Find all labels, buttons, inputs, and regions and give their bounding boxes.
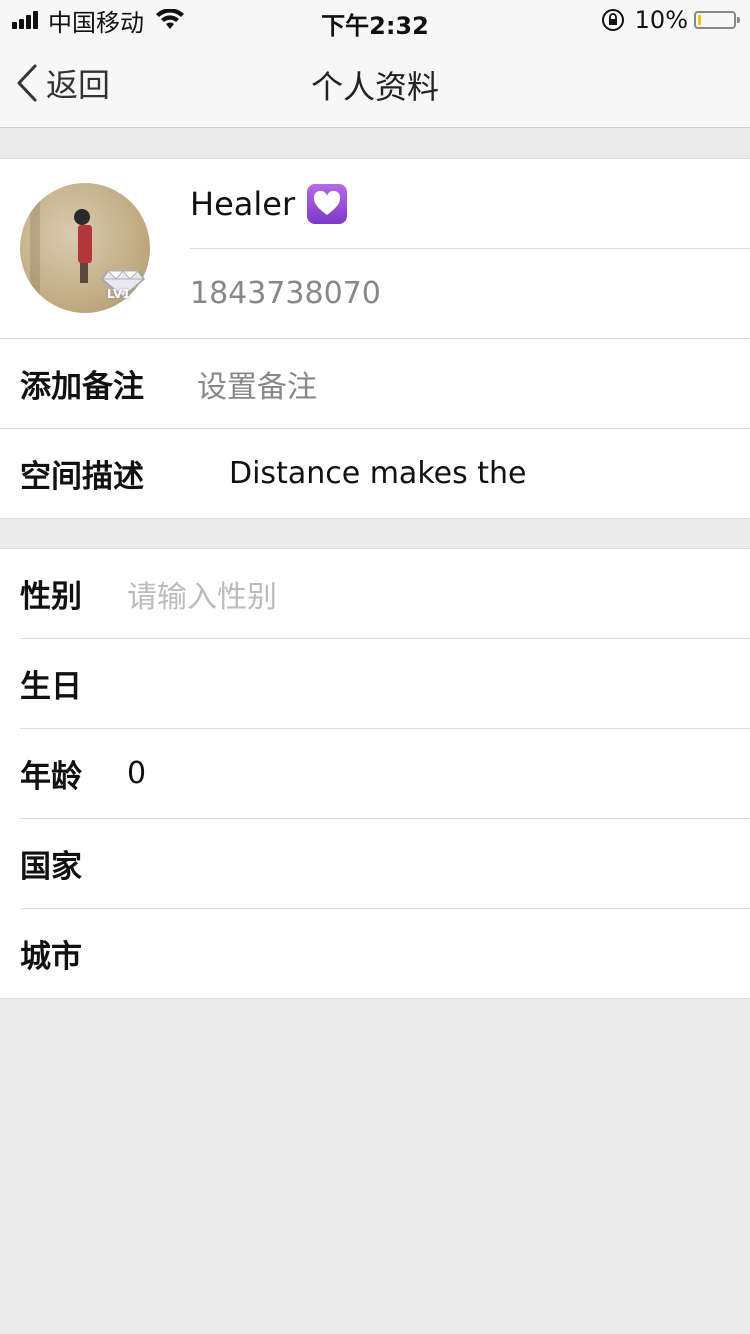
user-id: 1843738070 <box>190 276 381 311</box>
gender-input[interactable]: 请输入性别 <box>127 572 277 616</box>
status-right: 10% <box>601 6 740 34</box>
status-bar: 中国移动 下午2:32 10% <box>0 0 750 40</box>
remark-row[interactable]: 添加备注 设置备注 <box>0 339 750 428</box>
gender-row[interactable]: 性别 请输入性别 <box>0 549 750 638</box>
purple-heart-icon <box>307 183 348 224</box>
battery-percent: 10% <box>634 6 688 34</box>
birthday-row[interactable]: 生日 <box>0 639 750 728</box>
battery-icon <box>694 11 740 29</box>
city-row[interactable]: 城市 <box>0 909 750 998</box>
gender-label: 性别 <box>20 579 82 615</box>
user-name: Healer <box>190 184 296 223</box>
details-section: 性别 请输入性别 生日 年龄 0 国家 城市 <box>0 548 750 999</box>
rotation-lock-icon <box>601 9 624 31</box>
country-label: 国家 <box>20 849 82 885</box>
page-title: 个人资料 <box>310 68 439 106</box>
age-label: 年龄 <box>20 759 82 795</box>
country-row[interactable]: 国家 <box>0 819 750 908</box>
remark-label: 添加备注 <box>20 369 144 405</box>
birthday-label: 生日 <box>20 669 82 705</box>
age-row[interactable]: 年龄 0 <box>0 729 750 818</box>
description-label: 空间描述 <box>20 459 144 495</box>
id-row: 1843738070 <box>190 249 750 338</box>
name-row: Healer <box>190 159 750 249</box>
level-text: LV1 <box>107 287 131 301</box>
remark-input[interactable]: 设置备注 <box>197 362 317 406</box>
profile-section: LV1 Healer 1843738070 添加备注 设置备注 空间描述 Dis… <box>0 158 750 519</box>
description-value[interactable]: Distance makes the <box>229 456 526 491</box>
description-row[interactable]: 空间描述 Distance makes the <box>0 429 750 518</box>
age-value[interactable]: 0 <box>127 756 146 791</box>
avatar[interactable]: LV1 <box>20 183 150 313</box>
level-badge: LV1 <box>100 269 146 305</box>
city-label: 城市 <box>20 939 82 975</box>
nav-bar: 返回 个人资料 <box>0 40 750 128</box>
